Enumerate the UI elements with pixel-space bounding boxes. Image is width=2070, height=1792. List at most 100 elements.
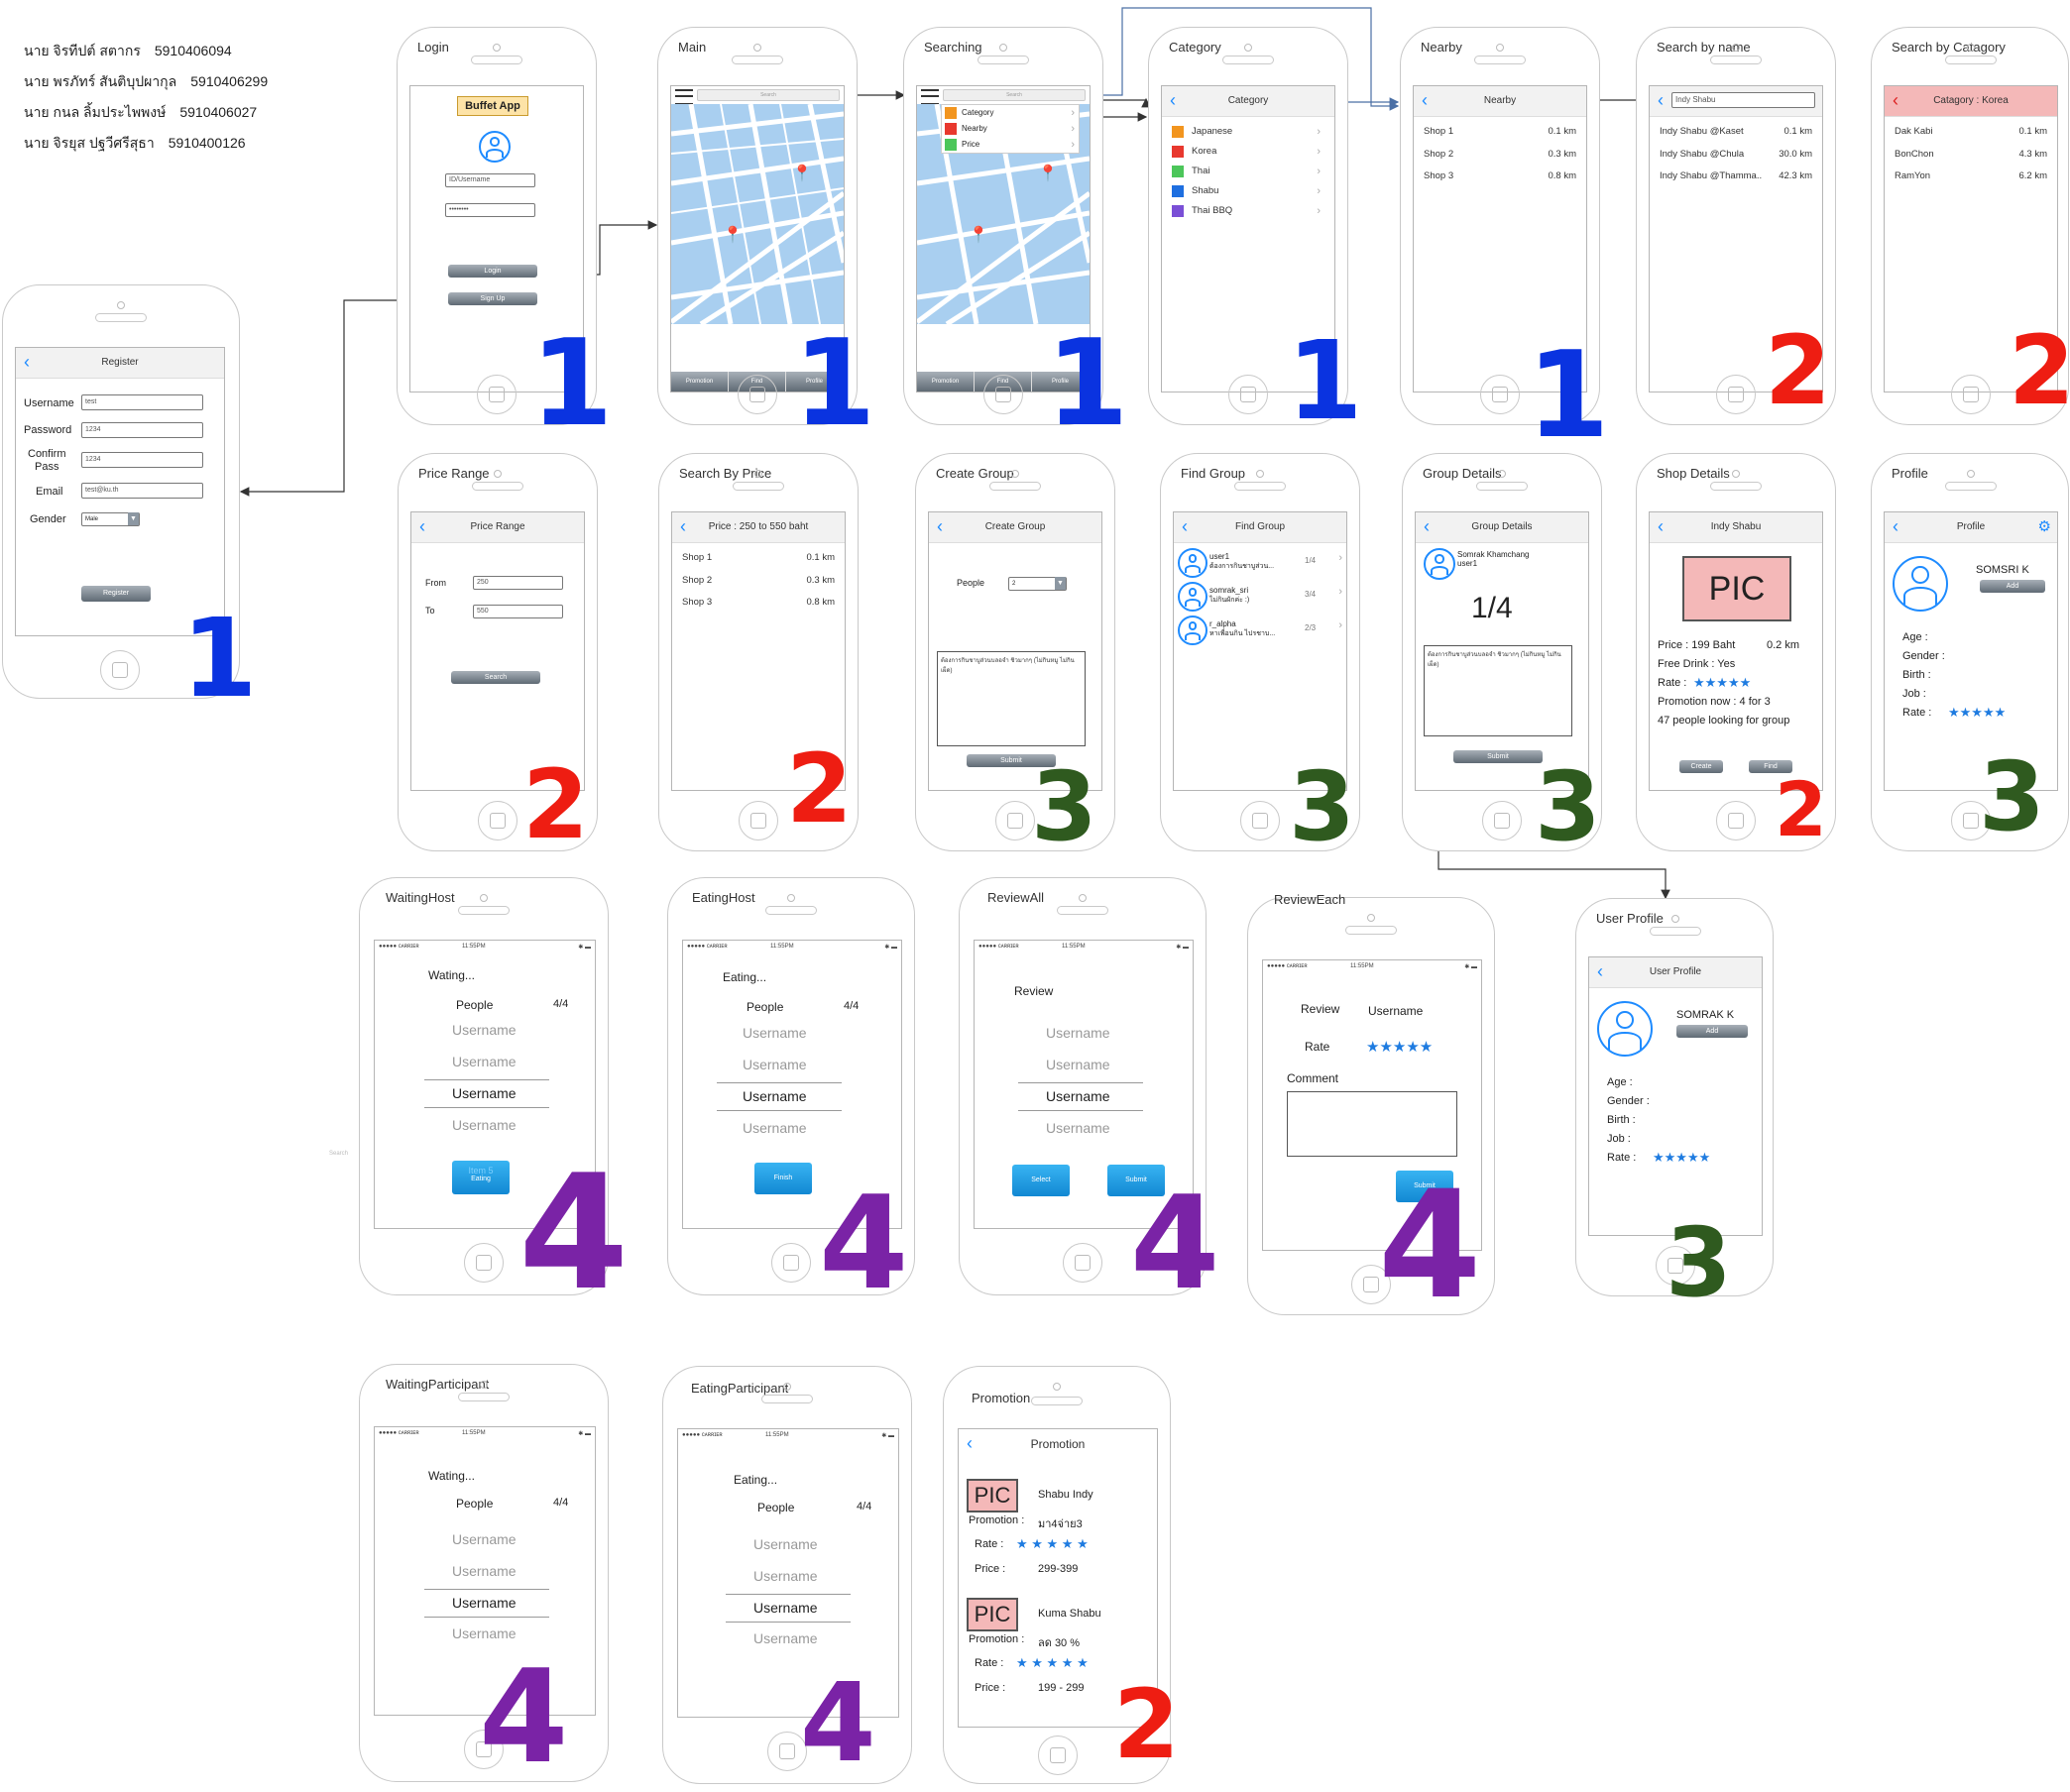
- password-field[interactable]: 1234: [81, 422, 203, 438]
- result-row[interactable]: Indy Shabu @Thamma.. 42.3 km: [1660, 170, 1812, 181]
- search-input[interactable]: Indy Shabu: [1671, 92, 1815, 108]
- submit-button[interactable]: Submit: [1107, 1165, 1165, 1196]
- back-icon[interactable]: ‹: [967, 1429, 973, 1457]
- to-field[interactable]: 550: [473, 605, 563, 618]
- menu-item-price[interactable]: Price ›: [942, 137, 1079, 153]
- phone-shop-details: Shop Details ‹ Indy Shabu PIC Price : 199…: [1636, 453, 1836, 851]
- username-field[interactable]: test: [81, 394, 203, 410]
- shop-row[interactable]: Shop 3 0.8 km: [682, 597, 835, 608]
- gear-icon[interactable]: ⚙: [2038, 512, 2051, 542]
- group-item[interactable]: user1 ต้องการกินชาบูส่วน... 1/4 ›: [1174, 546, 1346, 578]
- rating-stars-icon[interactable]: ★★★★★: [1366, 1038, 1433, 1056]
- screen-main: Search 📍 📍 Promotion Find Profile: [670, 85, 845, 392]
- category-item[interactable]: Thai ›: [1172, 164, 1324, 179]
- camera-icon: [787, 894, 795, 902]
- category-item[interactable]: Korea ›: [1172, 144, 1324, 160]
- result-row[interactable]: Indy Shabu @Chula 30.0 km: [1660, 149, 1812, 160]
- email-field[interactable]: test@ku.th: [81, 483, 203, 499]
- back-icon[interactable]: ‹: [937, 512, 943, 540]
- back-icon[interactable]: ‹: [24, 348, 30, 376]
- shop-row[interactable]: Shop 1 0.1 km: [682, 552, 835, 563]
- home-button: [1656, 1246, 1695, 1286]
- back-icon[interactable]: ‹: [1893, 86, 1898, 114]
- speaker: [732, 56, 783, 64]
- back-icon[interactable]: ‹: [680, 512, 686, 540]
- category-item[interactable]: Japanese ›: [1172, 124, 1324, 140]
- people-select[interactable]: 2: [1008, 577, 1067, 591]
- shop-row[interactable]: Shop 1 0.1 km: [1424, 126, 1576, 137]
- back-icon[interactable]: ‹: [1422, 86, 1428, 114]
- phone-nearby: Nearby ‹ Nearby Shop 1 0.1 km Shop 2 0.3 km…: [1400, 27, 1600, 425]
- speaker: [1476, 482, 1528, 491]
- back-icon[interactable]: ‹: [1182, 512, 1188, 540]
- phone-promotion: Promotion ‹ Promotion PIC Shabu Indy Prom…: [943, 1366, 1171, 1784]
- note-textarea[interactable]: ต้องการกินชาบูส่วนบลอจำ ชิวมากๆ (ไม่กินห…: [937, 651, 1086, 746]
- back-icon[interactable]: ‹: [1658, 512, 1664, 540]
- map-pin-icon[interactable]: 📍: [723, 225, 743, 245]
- submit-button[interactable]: Submit: [967, 754, 1056, 767]
- menu-item-category[interactable]: Category ›: [942, 105, 1079, 121]
- shop-row[interactable]: Shop 2 0.3 km: [1424, 149, 1576, 160]
- category-item[interactable]: Thai BBQ ›: [1172, 203, 1324, 219]
- tab-promotion[interactable]: Promotion: [671, 372, 729, 392]
- speaker: [733, 482, 784, 491]
- submit-button[interactable]: Submit: [1453, 750, 1543, 763]
- result-row[interactable]: BonChon 4.3 km: [1895, 149, 2047, 160]
- tab-profile[interactable]: Profile: [1032, 372, 1090, 392]
- promotion-item[interactable]: PIC Kuma Shabu Promotion : ลด 30 % Rate …: [959, 1588, 1157, 1707]
- add-button[interactable]: Add: [1676, 1025, 1748, 1038]
- back-icon[interactable]: ‹: [1170, 86, 1176, 114]
- eating-button[interactable]: Item 5 Eating: [452, 1161, 510, 1194]
- map-pin-icon[interactable]: 📍: [1038, 164, 1058, 183]
- login-button[interactable]: Login: [448, 265, 537, 278]
- back-icon[interactable]: ‹: [1597, 957, 1603, 985]
- menu-icon[interactable]: [675, 89, 693, 105]
- menu-icon[interactable]: [921, 89, 939, 105]
- back-icon[interactable]: ‹: [1424, 512, 1430, 540]
- submit-button[interactable]: Submit: [1396, 1171, 1453, 1202]
- category-item[interactable]: Shabu ›: [1172, 183, 1324, 199]
- password-field[interactable]: ••••••••: [445, 203, 535, 217]
- select-button[interactable]: Select: [1012, 1165, 1070, 1196]
- from-field[interactable]: 250: [473, 576, 563, 590]
- member-username[interactable]: Username: [1046, 1120, 1110, 1136]
- map-pin-icon[interactable]: 📍: [792, 164, 812, 183]
- search-button[interactable]: Search: [451, 671, 540, 684]
- back-icon[interactable]: ‹: [1658, 86, 1664, 114]
- tab-profile[interactable]: Profile: [786, 372, 844, 392]
- member-username[interactable]: Username: [1046, 1057, 1110, 1072]
- create-button[interactable]: Create: [1679, 760, 1723, 773]
- signup-button[interactable]: Sign Up: [448, 292, 537, 305]
- member-username[interactable]: Username: [1046, 1025, 1110, 1041]
- shop-row[interactable]: Shop 2 0.3 km: [682, 575, 835, 586]
- promotion-item[interactable]: PIC Shabu Indy Promotion : มา4จ่าย3 Rate…: [959, 1469, 1157, 1588]
- gender-label: Gender: [30, 513, 66, 525]
- finish-button[interactable]: Finish: [754, 1163, 812, 1194]
- add-button[interactable]: Add: [1980, 580, 2045, 593]
- menu-item-nearby[interactable]: Nearby ›: [942, 121, 1079, 137]
- back-icon[interactable]: ‹: [419, 512, 425, 540]
- shop-row[interactable]: Shop 3 0.8 km: [1424, 170, 1576, 181]
- find-button[interactable]: Find: [1749, 760, 1792, 773]
- result-row[interactable]: Indy Shabu @Kaset 0.1 km: [1660, 126, 1812, 137]
- map-search-bar[interactable]: Search: [697, 89, 840, 101]
- member-username[interactable]: Username: [1046, 1088, 1110, 1104]
- register-button[interactable]: Register: [81, 586, 151, 602]
- tab-promotion[interactable]: Promotion: [917, 372, 975, 392]
- stray-search-label: Search: [329, 1151, 349, 1157]
- chevron-right-icon: ›: [1071, 107, 1075, 119]
- map-view[interactable]: 📍 📍: [671, 104, 844, 324]
- result-row[interactable]: Dak Kabi 0.1 km: [1895, 126, 2047, 137]
- result-row[interactable]: RamYon 6.2 km: [1895, 170, 2047, 181]
- username-field[interactable]: ID/Username: [445, 173, 535, 187]
- divider: [1018, 1082, 1143, 1083]
- host-avatar-icon[interactable]: [1424, 548, 1455, 580]
- back-icon[interactable]: ‹: [1893, 512, 1898, 540]
- map-search-bar[interactable]: Search: [943, 89, 1086, 101]
- map-pin-icon[interactable]: 📍: [969, 225, 988, 245]
- group-item[interactable]: r_alpha หาเพื่อนกิน ไปรชาบ... 2/3 ›: [1174, 614, 1346, 645]
- gender-select[interactable]: Male: [81, 512, 140, 526]
- confirm-field[interactable]: 1234: [81, 452, 203, 468]
- group-item[interactable]: somrak_sri ไม่กินผักค่ะ :) 3/4 ›: [1174, 580, 1346, 612]
- comment-textarea[interactable]: [1287, 1091, 1457, 1157]
